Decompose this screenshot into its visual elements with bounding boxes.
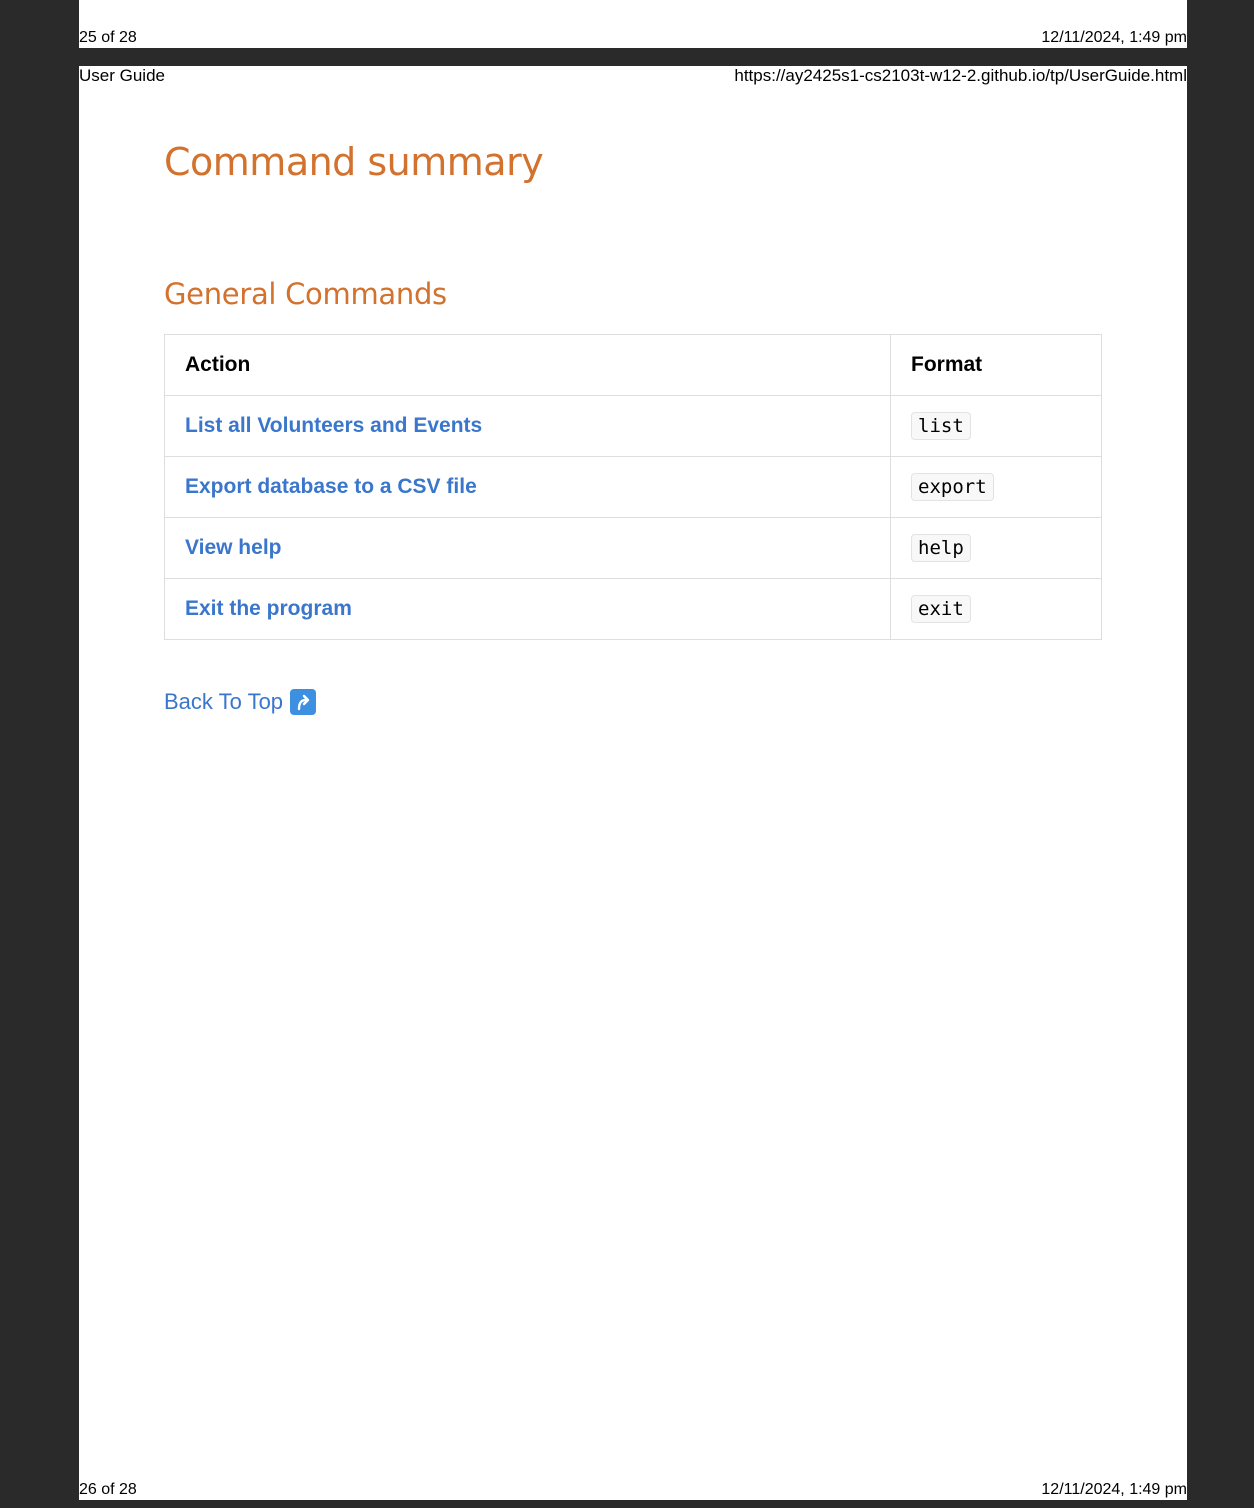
section-title: General Commands bbox=[164, 277, 447, 311]
print-datetime: 12/11/2024, 1:49 pm bbox=[1041, 1481, 1187, 1498]
action-link-exit[interactable]: Exit the program bbox=[164, 578, 891, 640]
command-table: Action Format List all Volunteers and Ev… bbox=[164, 334, 1102, 640]
up-arrow-icon bbox=[290, 689, 317, 715]
table-row: Exit the program exit bbox=[164, 578, 1102, 640]
back-to-top-label: Back To Top bbox=[164, 689, 284, 714]
doc-title: User Guide bbox=[79, 66, 165, 85]
page-title: Command summary bbox=[164, 140, 544, 184]
print-datetime: 12/11/2024, 1:49 pm bbox=[1041, 29, 1187, 46]
column-header-action: Action bbox=[164, 334, 891, 396]
back-to-top-link[interactable]: Back To Top bbox=[164, 689, 317, 715]
action-link-list[interactable]: List all Volunteers and Events bbox=[164, 395, 891, 457]
table-row: Export database to a CSV file export bbox=[164, 456, 1102, 518]
print-header: User Guide https://ay2425s1-cs2103t-w12-… bbox=[79, 67, 1187, 85]
column-header-format: Format bbox=[890, 334, 1102, 396]
table-row: List all Volunteers and Events list bbox=[164, 395, 1102, 457]
previous-page-bottom: 25 of 28 12/11/2024, 1:49 pm bbox=[79, 0, 1187, 48]
page-count: 26 of 28 bbox=[79, 1481, 137, 1498]
document-page: User Guide https://ay2425s1-cs2103t-w12-… bbox=[79, 66, 1187, 1500]
table-header-row: Action Format bbox=[164, 334, 1102, 396]
format-code: exit bbox=[911, 595, 971, 623]
page-count: 25 of 28 bbox=[79, 29, 137, 46]
table-row: View help help bbox=[164, 517, 1102, 579]
print-footer: 26 of 28 12/11/2024, 1:49 pm bbox=[79, 1481, 1187, 1499]
format-cell: export bbox=[890, 456, 1102, 518]
format-code: export bbox=[911, 473, 994, 501]
format-cell: exit bbox=[890, 578, 1102, 640]
action-link-export[interactable]: Export database to a CSV file bbox=[164, 456, 891, 518]
action-link-help[interactable]: View help bbox=[164, 517, 891, 579]
print-footer-previous: 25 of 28 12/11/2024, 1:49 pm bbox=[79, 29, 1187, 47]
format-cell: help bbox=[890, 517, 1102, 579]
format-code: help bbox=[911, 534, 971, 562]
page-url: https://ay2425s1-cs2103t-w12-2.github.io… bbox=[734, 66, 1187, 85]
format-code: list bbox=[911, 412, 971, 440]
format-cell: list bbox=[890, 395, 1102, 457]
